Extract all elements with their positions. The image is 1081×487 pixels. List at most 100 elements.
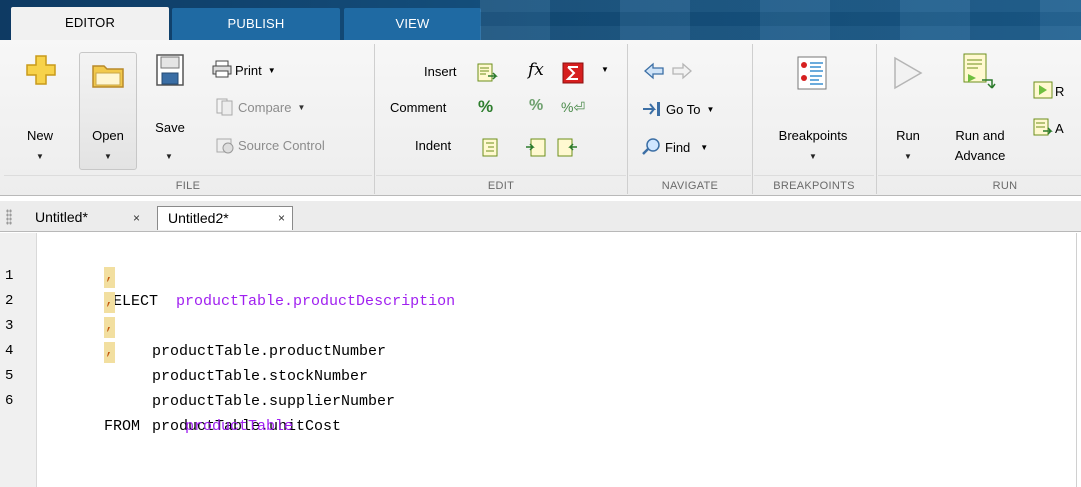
sql-identifier: productTable [185,418,294,435]
compare-icon [216,98,233,116]
breakpoints-dropdown-icon[interactable]: ▼ [756,152,870,161]
decrease-indent-icon[interactable] [556,137,578,159]
new-dropdown-icon[interactable]: ▼ [14,152,66,161]
run-advance-label-line2: Advance [954,148,1006,163]
comment-label: Comment [390,100,447,115]
code-line[interactable]: 5 , productTable.unitCost [0,339,1070,435]
tab-view[interactable]: VIEW [344,8,481,40]
uncomment-percent-icon[interactable]: % [529,97,543,115]
goto-label: Go To [666,102,701,117]
print-label: Print [235,63,262,78]
increase-indent-icon[interactable] [525,137,547,159]
run-label: Run [896,128,920,143]
run-section-icon [1033,81,1053,99]
run-dropdown-icon[interactable]: ▼ [882,152,934,161]
breakpoints-button[interactable]: Breakpoints ▼ [756,48,870,172]
tab-editor[interactable]: EDITOR [11,7,169,41]
goto-arrow-icon [643,102,660,116]
compare-dropdown-icon[interactable]: ▼ [297,103,305,112]
source-control-button[interactable]: Source Control [216,136,325,154]
goto-dropdown-icon[interactable]: ▼ [706,105,714,114]
code-editor[interactable]: 1 SELECT productTable.productDescription… [0,233,1081,487]
file-group-title: FILE [4,175,372,195]
forward-arrow-icon[interactable] [671,62,693,80]
doc-tab-untitled2[interactable]: Untitled2* × [157,206,293,230]
save-disk-icon [156,54,184,86]
edit-group-title: EDIT [376,175,626,195]
open-dropdown-icon[interactable]: ▼ [79,152,137,161]
advance-button[interactable]: A [1033,118,1081,136]
save-dropdown-icon[interactable]: ▼ [136,152,202,161]
open-label: Open [92,128,124,143]
save-label: Save [155,120,185,135]
insert-dropdown-icon[interactable]: ▼ [601,65,609,74]
group-divider [876,44,877,194]
run-button[interactable]: Run ▼ [882,48,934,172]
insert-section-icon[interactable] [476,62,498,84]
run-section-label: R [1055,84,1065,99]
printer-icon [212,60,232,78]
line-number: 6 [5,393,14,409]
goto-button[interactable]: Go To ▼ [642,100,714,118]
source-control-icon [216,138,234,154]
code-line[interactable]: 4 , productTable.supplierNumber [0,314,1070,410]
toolstrip-tab-bar: EDITOR PUBLISH VIEW [0,0,1081,41]
tab-publish[interactable]: PUBLISH [172,8,340,40]
breakpoints-label: Breakpoints [778,128,848,143]
indent-label: Indent [415,138,452,153]
comma-highlight: , [104,317,115,338]
find-button[interactable]: Find ▼ [642,138,708,156]
open-button[interactable]: Open ▼ [79,48,137,172]
sql-keyword: FROM [104,418,141,435]
comma-highlight: , [104,292,115,313]
run-and-advance-icon [963,53,996,89]
folder-icon [92,65,124,88]
back-arrow-icon[interactable] [643,62,665,80]
run-play-icon [894,56,923,90]
ribbon: New ▼ Open ▼ Save ▼ Print ▼ Compare ▼ So… [0,40,1081,196]
save-button[interactable]: Save ▼ [142,48,202,172]
find-label: Find [665,140,691,155]
advance-label: A [1055,121,1064,136]
close-icon[interactable]: × [133,207,140,229]
document-tab-bar: Untitled* × Untitled2* × [0,201,1081,232]
run-group-title: RUN [878,175,1081,195]
navigate-group-title: NAVIGATE [629,175,751,195]
comma-highlight: , [104,342,115,363]
breakpoints-group-title: BREAKPOINTS [754,175,874,195]
close-icon[interactable]: × [278,207,285,229]
code-line[interactable]: 6 FROM productTable [0,364,1070,435]
find-dropdown-icon[interactable]: ▼ [700,143,708,152]
compare-button[interactable]: Compare ▼ [216,98,305,116]
doc-tab-label: Untitled2* [168,210,229,226]
code-line[interactable]: 3 , productTable.stockNumber [0,289,1070,385]
breakpoints-icon [797,56,827,90]
smart-indent-icon[interactable] [480,137,502,159]
right-text-limit-line [1076,233,1077,487]
fx-button[interactable]: fx [528,60,544,80]
magnifier-icon [642,138,660,155]
sigma-icon[interactable] [562,62,584,84]
new-button[interactable]: New ▼ [14,48,66,172]
source-control-label: Source Control [238,138,325,153]
comma-highlight: , [104,267,115,288]
comment-percent-icon[interactable]: % [478,97,493,117]
print-dropdown-icon[interactable]: ▼ [268,66,276,75]
code-line[interactable]: 2 , productTable.productNumber [0,264,1070,360]
print-button[interactable]: Print ▼ [212,60,276,78]
run-and-advance-button[interactable]: Run and Advance [940,48,1020,172]
new-plus-icon [26,55,56,85]
drag-grip-icon[interactable] [6,209,12,225]
group-divider [752,44,753,194]
code-text: FROM productTable [104,414,293,439]
compare-label: Compare [238,100,292,115]
run-section-button[interactable]: R [1033,81,1081,99]
doc-tab-label: Untitled* [35,209,88,225]
new-label: New [26,128,53,143]
code-line[interactable]: 1 SELECT productTable.productDescription [0,239,1070,310]
doc-tab-untitled[interactable]: Untitled* × [17,206,157,230]
code-text: productTable.supplierNumber [152,393,396,410]
group-divider [627,44,628,194]
wrap-comments-icon[interactable]: %⏎ [561,99,585,116]
run-advance-label-line1: Run and [955,128,1005,143]
